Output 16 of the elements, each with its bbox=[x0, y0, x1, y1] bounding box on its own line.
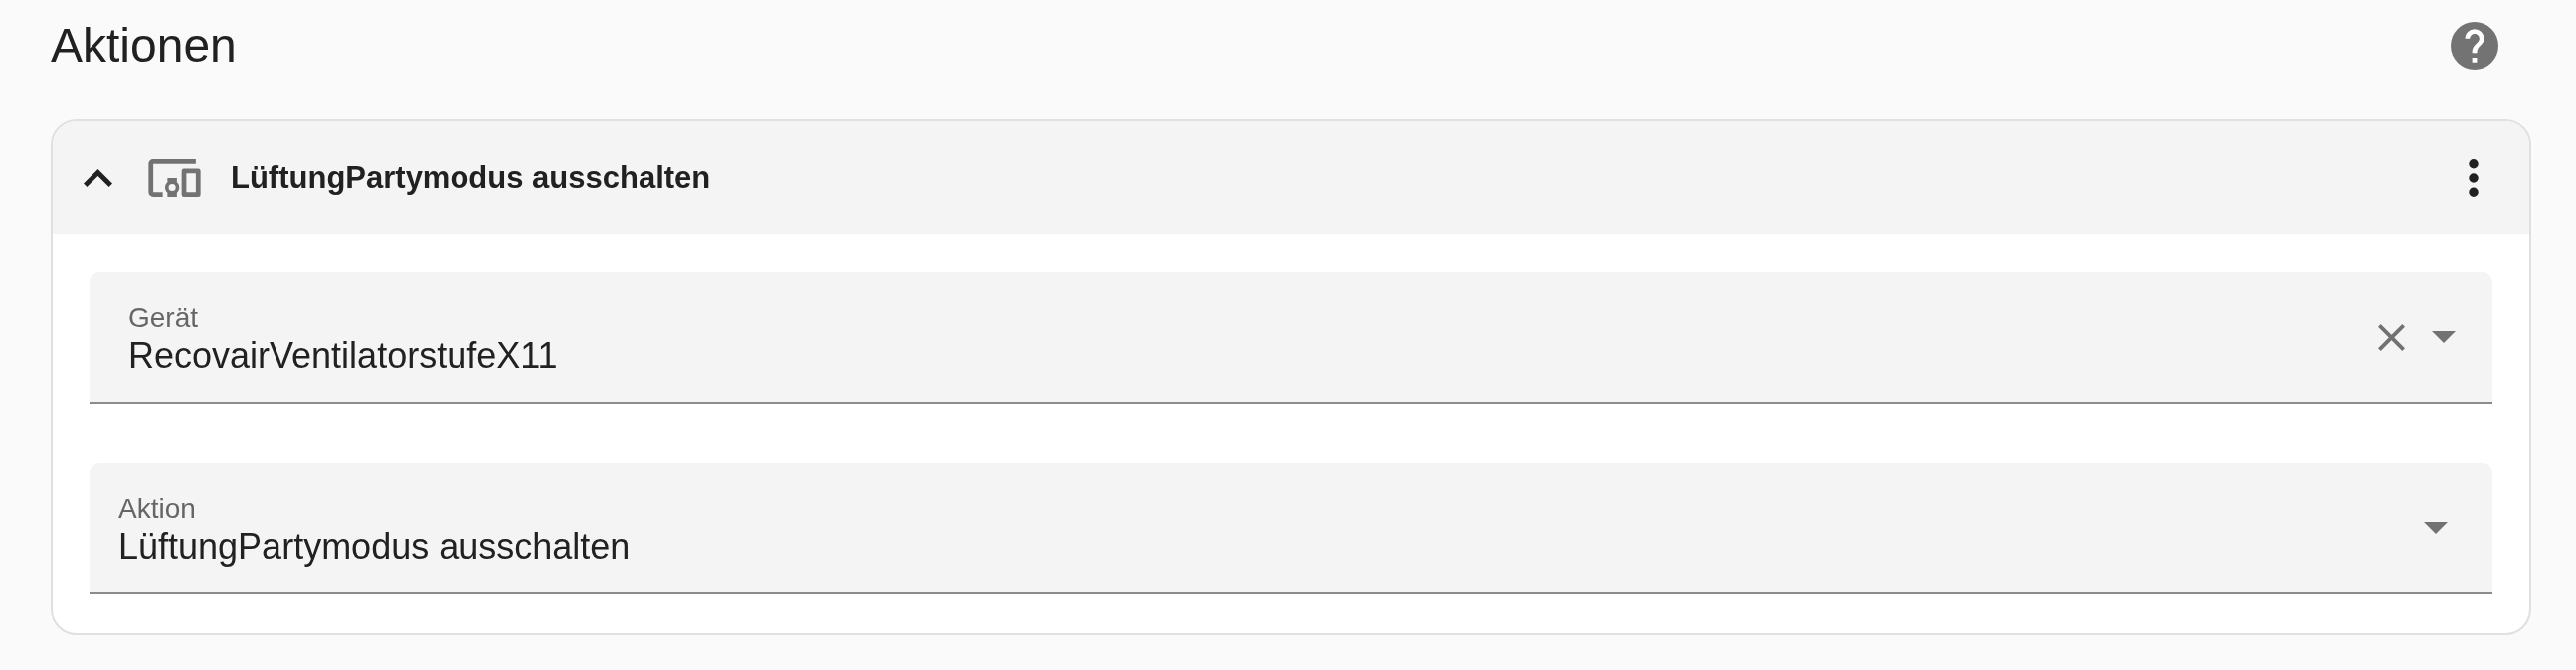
field-label: Gerät bbox=[128, 302, 199, 334]
field-value: LüftungPartymodus ausschalten bbox=[118, 526, 631, 568]
chevron-up-icon[interactable] bbox=[84, 168, 112, 187]
close-icon[interactable] bbox=[2378, 323, 2405, 351]
more-options-icon[interactable] bbox=[2469, 158, 2479, 197]
field-label: Aktion bbox=[118, 493, 196, 525]
select-field[interactable]: Aktion LüftungPartymodus ausschalten bbox=[90, 463, 2492, 594]
card-header[interactable]: LüftungPartymodus ausschalten bbox=[53, 121, 2529, 234]
page-title: Aktionen bbox=[51, 18, 237, 74]
devices-icon bbox=[148, 158, 201, 197]
help-icon[interactable] bbox=[2451, 22, 2498, 70]
field-value: RecovairVentilatorstufeX11 bbox=[128, 335, 558, 377]
dropdown-caret-icon bbox=[2424, 522, 2448, 534]
dropdown-caret-icon bbox=[2432, 331, 2456, 343]
action-title: LüftungPartymodus ausschalten bbox=[231, 158, 711, 197]
select-field[interactable]: Gerät RecovairVentilatorstufeX11 bbox=[90, 272, 2492, 404]
